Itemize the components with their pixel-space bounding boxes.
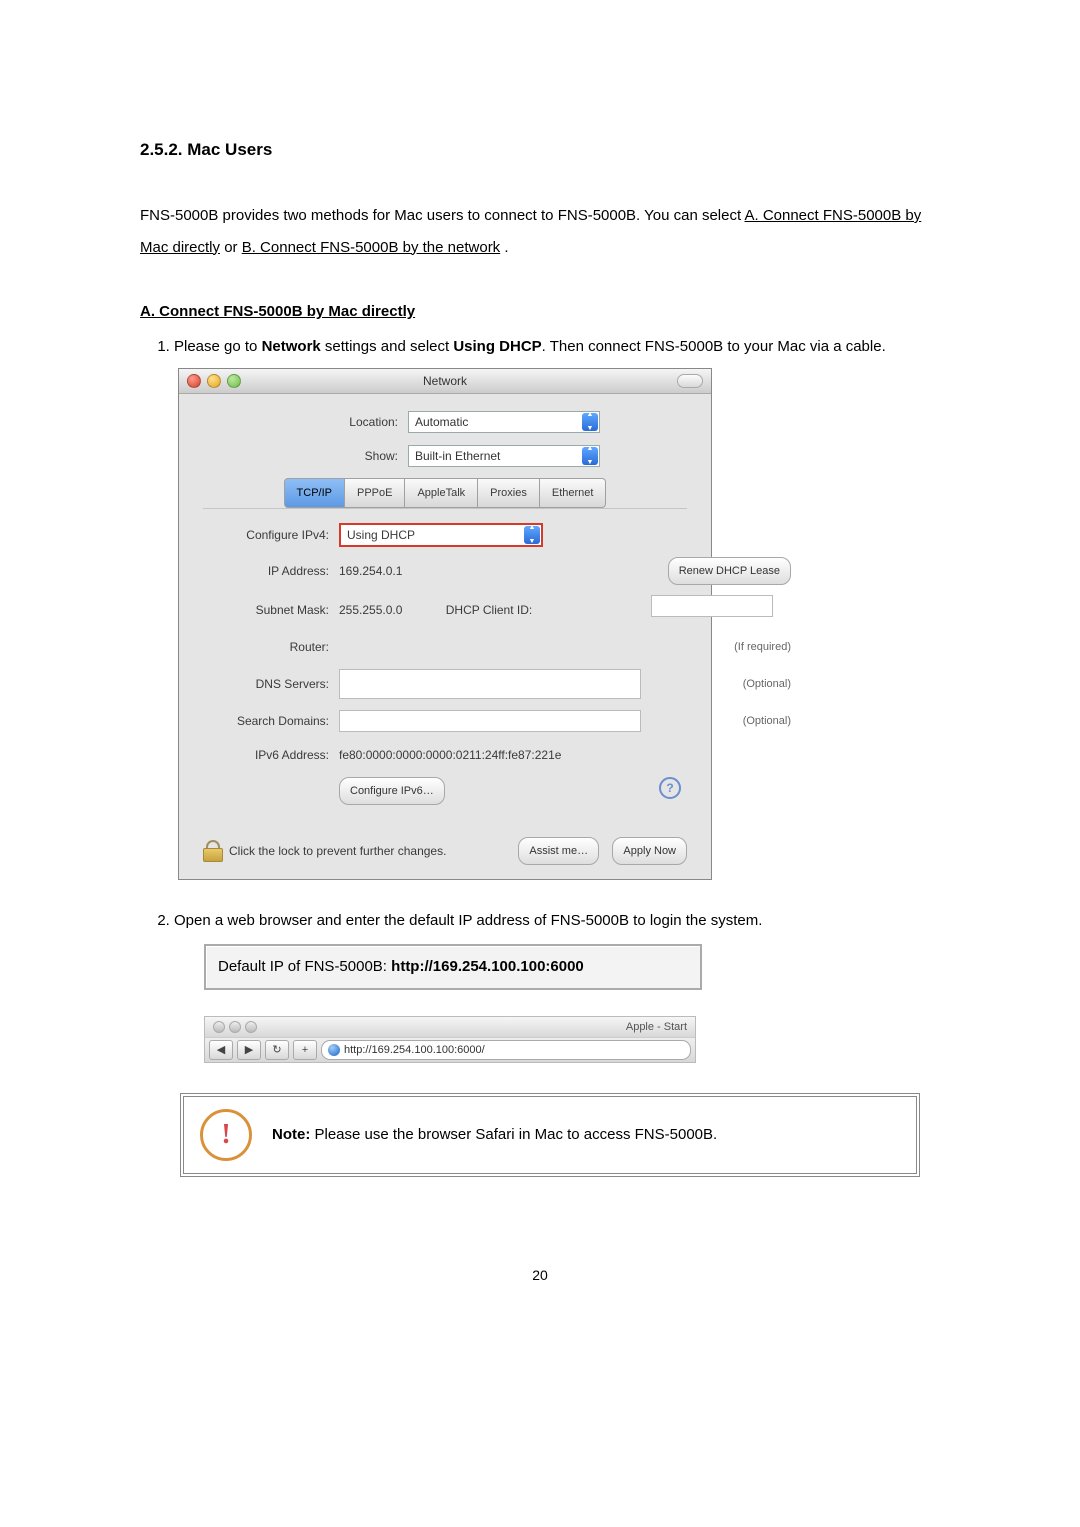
tab-pppoe[interactable]: PPPoE bbox=[345, 478, 405, 508]
close-icon[interactable] bbox=[213, 1021, 225, 1033]
reload-button[interactable]: ↻ bbox=[265, 1040, 289, 1060]
dhcp-client-id-input[interactable] bbox=[651, 595, 773, 617]
step1-pre: Please go to bbox=[174, 338, 262, 355]
tab-appletalk[interactable]: AppleTalk bbox=[405, 478, 478, 508]
step2-text: Open a web browser and enter the default… bbox=[174, 912, 762, 929]
dns-hint: (Optional) bbox=[651, 673, 791, 695]
location-label: Location: bbox=[290, 410, 398, 434]
search-domains-label: Search Domains: bbox=[209, 709, 329, 733]
tab-bar: TCP/IP PPPoE AppleTalk Proxies Ethernet bbox=[203, 478, 687, 508]
show-label: Show: bbox=[290, 444, 398, 468]
default-ip-box: Default IP of FNS-5000B: http://169.254.… bbox=[204, 944, 702, 990]
zoom-icon[interactable] bbox=[245, 1021, 257, 1033]
ipv6-address-label: IPv6 Address: bbox=[209, 743, 329, 767]
location-select[interactable]: Automatic ▲▼ bbox=[408, 411, 600, 433]
page-number: 20 bbox=[140, 1267, 940, 1283]
warning-icon: ! bbox=[200, 1109, 252, 1161]
chevron-up-down-icon: ▲▼ bbox=[582, 447, 598, 465]
dhcp-client-id-hint: (If required) bbox=[651, 636, 791, 658]
minimize-icon[interactable] bbox=[229, 1021, 241, 1033]
default-ip-pre: Default IP of FNS-5000B: bbox=[218, 958, 391, 975]
dns-servers-input[interactable] bbox=[339, 669, 641, 699]
intro-text-1: FNS-5000B provides two methods for Mac u… bbox=[140, 207, 744, 224]
step1-post: . Then connect FNS-5000B to your Mac via… bbox=[542, 338, 886, 355]
chevron-up-down-icon: ▲▼ bbox=[582, 413, 598, 431]
location-value: Automatic bbox=[415, 410, 468, 434]
lock-icon[interactable] bbox=[203, 840, 221, 862]
chevron-up-down-icon: ▲▼ bbox=[524, 526, 540, 544]
note-label: Note: bbox=[272, 1126, 310, 1143]
window-titlebar: Network bbox=[179, 369, 711, 394]
ipv6-address-value: fe80:0000:0000:0000:0211:24ff:fe87:221e bbox=[339, 743, 791, 767]
router-label: Router: bbox=[209, 635, 329, 659]
url-field[interactable]: http://169.254.100.100:6000/ bbox=[321, 1040, 691, 1060]
configure-ipv6-button[interactable]: Configure IPv6… bbox=[339, 777, 445, 805]
tab-tcpip[interactable]: TCP/IP bbox=[284, 478, 345, 508]
show-value: Built-in Ethernet bbox=[415, 444, 500, 468]
safari-window: Apple - Start ◀ ▶ ↻ + http://169.254.100… bbox=[204, 1016, 696, 1063]
subnet-mask-value: 255.255.0.0 bbox=[339, 603, 402, 617]
intro-link-b: B. Connect FNS-5000B by the network bbox=[242, 239, 500, 256]
section-heading: 2.5.2. Mac Users bbox=[140, 140, 940, 160]
subnet-mask-label: Subnet Mask: bbox=[209, 598, 329, 622]
add-bookmark-button[interactable]: + bbox=[293, 1040, 317, 1060]
step1-b2: Using DHCP bbox=[453, 338, 541, 355]
dhcp-client-id-label: DHCP Client ID: bbox=[446, 603, 532, 617]
step1-b1: Network bbox=[262, 338, 321, 355]
apply-now-button[interactable]: Apply Now bbox=[612, 837, 687, 865]
safari-title: Apple - Start bbox=[626, 1016, 687, 1038]
configure-ipv4-value: Using DHCP bbox=[347, 523, 415, 547]
note-block: ! Note: Please use the browser Safari in… bbox=[180, 1093, 920, 1177]
forward-button[interactable]: ▶ bbox=[237, 1040, 261, 1060]
lock-text: Click the lock to prevent further change… bbox=[229, 839, 446, 863]
window-title: Network bbox=[179, 369, 711, 393]
network-window: Network Location: Automatic ▲▼ Show: bbox=[178, 368, 712, 880]
step1-mid: settings and select bbox=[321, 338, 454, 355]
intro-text-end: . bbox=[504, 239, 508, 256]
default-ip-url: http://169.254.100.100:6000 bbox=[391, 958, 584, 975]
configure-ipv4-label: Configure IPv4: bbox=[209, 523, 329, 547]
toolbar-pill-icon[interactable] bbox=[677, 374, 703, 388]
step-2: Open a web browser and enter the default… bbox=[174, 906, 940, 1177]
intro-text-mid: or bbox=[224, 239, 242, 256]
show-select[interactable]: Built-in Ethernet ▲▼ bbox=[408, 445, 600, 467]
url-text: http://169.254.100.100:6000/ bbox=[344, 1039, 485, 1061]
search-domains-input[interactable] bbox=[339, 710, 641, 732]
ip-address-label: IP Address: bbox=[209, 559, 329, 583]
section-a-heading: A. Connect FNS-5000B by Mac directly bbox=[140, 303, 940, 320]
renew-dhcp-button[interactable]: Renew DHCP Lease bbox=[668, 557, 791, 585]
step-1: Please go to Network settings and select… bbox=[174, 332, 940, 880]
ip-address-value: 169.254.0.1 bbox=[339, 559, 641, 583]
dns-servers-label: DNS Servers: bbox=[209, 672, 329, 696]
tab-proxies[interactable]: Proxies bbox=[478, 478, 540, 508]
tab-ethernet[interactable]: Ethernet bbox=[540, 478, 607, 508]
help-icon[interactable]: ? bbox=[659, 777, 681, 799]
assist-me-button[interactable]: Assist me… bbox=[518, 837, 599, 865]
back-button[interactable]: ◀ bbox=[209, 1040, 233, 1060]
search-domains-hint: (Optional) bbox=[651, 710, 791, 732]
compass-icon bbox=[328, 1044, 340, 1056]
note-text: Please use the browser Safari in Mac to … bbox=[310, 1126, 717, 1143]
intro-paragraph: FNS-5000B provides two methods for Mac u… bbox=[140, 200, 940, 263]
configure-ipv4-select[interactable]: Using DHCP ▲▼ bbox=[339, 523, 543, 547]
